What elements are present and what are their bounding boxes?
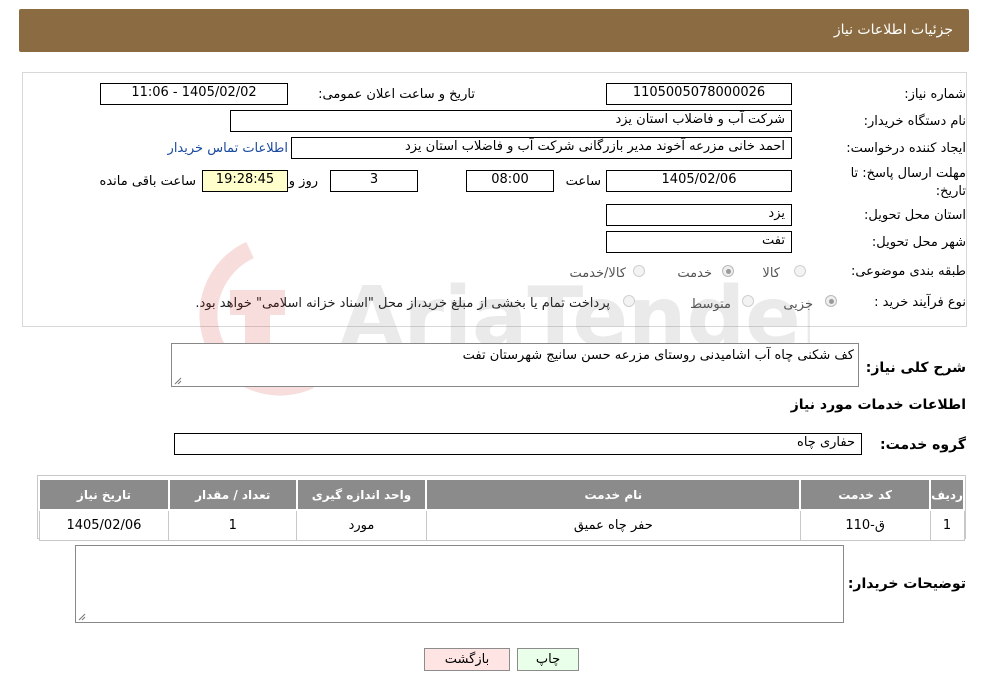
deadline-label: مهلت ارسال پاسخ: تا تاریخ: <box>850 166 966 199</box>
process-label: نوع فرآیند خرید : <box>874 295 966 310</box>
process-option-medium: متوسط <box>690 297 731 312</box>
category-radio-goods-service[interactable] <box>633 265 645 277</box>
process-radio-medium[interactable] <box>742 295 754 307</box>
col-row-number: ردیف <box>929 478 965 511</box>
col-quantity: تعداد / مقدار <box>167 478 298 511</box>
creator-label: ایجاد کننده درخواست: <box>846 141 966 156</box>
description-label: شرح کلی نیاز: <box>865 360 966 376</box>
deadline-time-field: 08:00 <box>466 170 554 192</box>
cell-unit: مورد <box>296 509 427 541</box>
buyer-notes-textarea[interactable] <box>75 545 844 623</box>
need-number-field: 1105005078000026 <box>606 83 792 105</box>
buyer-field: شرکت آب و فاضلاب استان یزد <box>230 110 792 132</box>
page-title: جزئیات اطلاعات نیاز <box>833 22 953 38</box>
table-row: 1 ق-110 حفر چاه عمیق مورد 1 1405/02/06 <box>38 509 965 541</box>
print-button[interactable]: چاپ <box>517 648 579 671</box>
city-field: تفت <box>606 231 792 253</box>
process-radio-minor[interactable] <box>825 295 837 307</box>
creator-field: احمد خانی مزرعه آخوند مدیر بازرگانی شرکت… <box>291 137 792 159</box>
category-radio-goods[interactable] <box>794 265 806 277</box>
cell-row-number: 1 <box>929 509 965 541</box>
days-label: روز و <box>288 174 318 189</box>
contact-info-link[interactable]: اطلاعات تماس خریدار <box>168 141 288 156</box>
cell-quantity: 1 <box>168 509 298 541</box>
description-text: کف شکنی چاه آب اشامیدنی روستای مزرعه حسن… <box>462 348 854 363</box>
need-number-label: شماره نیاز: <box>904 87 966 102</box>
days-field: 3 <box>330 170 418 192</box>
buyer-notes-label: توضیحات خریدار: <box>847 576 966 592</box>
remaining-label: ساعت باقی مانده <box>99 174 196 189</box>
announce-field: 1405/02/02 - 11:06 <box>100 83 288 105</box>
table-header-row: ردیف کد خدمت نام خدمت واحد اندازه گیری ت… <box>38 478 965 511</box>
resize-grip-icon[interactable] <box>78 613 86 621</box>
process-option-minor: جزیی <box>783 297 813 312</box>
service-group-label: گروه خدمت: <box>880 437 966 453</box>
category-option-service: خدمت <box>677 266 712 281</box>
buyer-label: نام دستگاه خریدار: <box>863 114 966 129</box>
province-label: استان محل تحویل: <box>864 208 966 223</box>
services-table: ردیف کد خدمت نام خدمت واحد اندازه گیری ت… <box>38 478 965 541</box>
col-unit: واحد اندازه گیری <box>295 478 428 511</box>
back-button[interactable]: بازگشت <box>424 648 510 671</box>
deadline-date-field: 1405/02/06 <box>606 170 792 192</box>
category-radio-service[interactable] <box>722 265 734 277</box>
category-option-goods: کالا <box>762 266 780 281</box>
page-header: جزئیات اطلاعات نیاز <box>19 9 969 52</box>
col-service-name: نام خدمت <box>425 478 802 511</box>
category-option-goods-service: کالا/خدمت <box>569 266 626 281</box>
time-label: ساعت <box>565 174 601 189</box>
col-service-code: کد خدمت <box>799 478 932 511</box>
announce-label: تاریخ و ساعت اعلان عمومی: <box>318 87 475 102</box>
cell-service-code: ق-110 <box>799 509 931 541</box>
remaining-time-field: 19:28:45 <box>202 170 288 192</box>
services-section-title: اطلاعات خدمات مورد نیاز <box>790 397 966 413</box>
resize-grip-icon[interactable] <box>174 377 182 385</box>
payment-note: پرداخت تمام یا بخشی از مبلغ خرید،از محل … <box>195 296 610 311</box>
cell-need-date: 1405/02/06 <box>38 509 170 541</box>
province-field: یزد <box>606 204 792 226</box>
service-group-field: حفاری چاه <box>174 433 862 455</box>
cell-service-name: حفر چاه عمیق <box>425 509 801 541</box>
description-textarea[interactable]: کف شکنی چاه آب اشامیدنی روستای مزرعه حسن… <box>171 343 859 387</box>
col-need-date: تاریخ نیاز <box>38 478 170 511</box>
payment-note-radio[interactable] <box>623 295 635 307</box>
city-label: شهر محل تحویل: <box>871 235 966 250</box>
category-label: طبقه بندی موضوعی: <box>850 264 966 279</box>
